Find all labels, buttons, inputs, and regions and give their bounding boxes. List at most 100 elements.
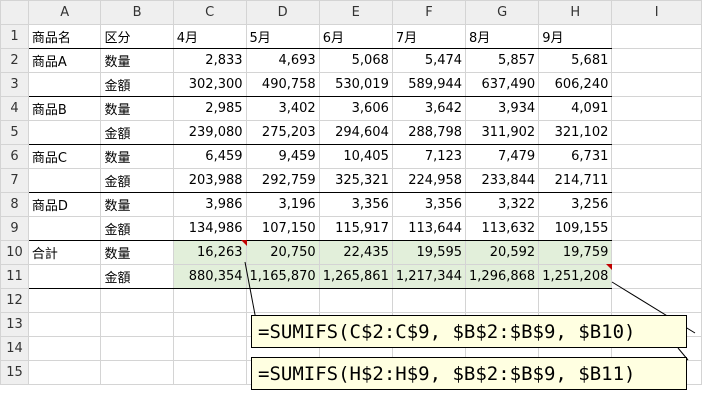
value-cell[interactable]: 5,068 <box>318 48 393 73</box>
row-header[interactable]: 11 <box>0 264 29 289</box>
value-cell[interactable]: 113,632 <box>465 216 540 241</box>
value-cell[interactable]: 490,758 <box>245 72 320 97</box>
row-header[interactable]: 6 <box>0 144 29 169</box>
value-cell[interactable]: 224,958 <box>391 168 467 193</box>
total-value-cell[interactable]: 880,354 <box>172 264 247 289</box>
row-header[interactable]: 13 <box>0 312 29 337</box>
row-header[interactable]: 5 <box>0 120 29 145</box>
empty-cell[interactable] <box>611 144 702 169</box>
value-cell[interactable]: 275,203 <box>245 120 320 145</box>
total-value-cell[interactable]: 1,217,344 <box>391 264 467 289</box>
total-value-cell[interactable]: 1,265,861 <box>318 264 393 289</box>
empty-cell[interactable] <box>611 168 702 193</box>
empty-cell[interactable] <box>611 24 702 49</box>
value-cell[interactable]: 294,604 <box>318 120 393 145</box>
value-cell[interactable]: 321,102 <box>538 120 613 145</box>
product-name-cell[interactable]: 商品A <box>27 48 102 73</box>
row-header[interactable]: 12 <box>0 288 29 313</box>
value-cell[interactable]: 325,321 <box>318 168 393 193</box>
product-name-cell[interactable] <box>27 120 102 145</box>
empty-cell[interactable] <box>611 120 702 145</box>
row-header[interactable]: 3 <box>0 72 29 97</box>
column-header-h[interactable]: H <box>538 0 613 25</box>
value-cell[interactable]: 7,123 <box>391 144 467 169</box>
value-cell[interactable]: 589,944 <box>391 72 467 97</box>
value-cell[interactable]: 311,902 <box>465 120 540 145</box>
value-cell[interactable]: 288,798 <box>391 120 467 145</box>
header-cell[interactable]: 9月 <box>538 24 613 49</box>
header-cell[interactable]: 商品名 <box>27 24 102 49</box>
value-cell[interactable]: 2,833 <box>172 48 247 73</box>
value-cell[interactable]: 3,196 <box>245 192 320 217</box>
total-value-cell[interactable]: 1,165,870 <box>245 264 320 289</box>
value-cell[interactable]: 115,917 <box>318 216 393 241</box>
category-cell[interactable]: 金額 <box>100 216 174 241</box>
empty-cell[interactable] <box>611 264 702 289</box>
total-value-cell[interactable]: 19,595 <box>391 240 467 265</box>
row-header[interactable]: 7 <box>0 168 29 193</box>
row-header[interactable]: 1 <box>0 24 29 49</box>
total-value-cell[interactable]: 20,750 <box>245 240 320 265</box>
value-cell[interactable]: 10,405 <box>318 144 393 169</box>
select-all-corner[interactable] <box>0 0 29 25</box>
value-cell[interactable]: 3,402 <box>245 96 320 121</box>
value-cell[interactable]: 107,150 <box>245 216 320 241</box>
total-value-cell[interactable]: 1,296,868 <box>465 264 540 289</box>
value-cell[interactable]: 7,479 <box>465 144 540 169</box>
header-cell[interactable]: 4月 <box>172 24 247 49</box>
product-name-cell[interactable] <box>27 72 102 97</box>
category-cell[interactable]: 数量 <box>100 48 174 73</box>
header-cell[interactable]: 7月 <box>391 24 467 49</box>
value-cell[interactable]: 3,256 <box>538 192 613 217</box>
category-cell[interactable]: 数量 <box>100 192 174 217</box>
value-cell[interactable]: 203,988 <box>172 168 247 193</box>
category-cell[interactable]: 金額 <box>100 120 174 145</box>
value-cell[interactable]: 113,644 <box>391 216 467 241</box>
header-cell[interactable]: 8月 <box>465 24 540 49</box>
column-header-b[interactable]: B <box>100 0 174 25</box>
value-cell[interactable]: 214,711 <box>538 168 613 193</box>
product-name-cell[interactable] <box>27 168 102 193</box>
column-header-e[interactable]: E <box>318 0 393 25</box>
value-cell[interactable]: 3,356 <box>391 192 467 217</box>
category-cell[interactable]: 数量 <box>100 240 174 265</box>
value-cell[interactable]: 3,356 <box>318 192 393 217</box>
empty-cell[interactable] <box>611 192 702 217</box>
row-header[interactable]: 15 <box>0 360 29 385</box>
product-name-cell[interactable]: 商品B <box>27 96 102 121</box>
value-cell[interactable]: 292,759 <box>245 168 320 193</box>
row-header[interactable]: 4 <box>0 96 29 121</box>
value-cell[interactable]: 233,844 <box>465 168 540 193</box>
category-cell[interactable]: 数量 <box>100 144 174 169</box>
empty-cell[interactable] <box>611 216 702 241</box>
value-cell[interactable]: 5,474 <box>391 48 467 73</box>
category-cell[interactable]: 金額 <box>100 264 174 289</box>
total-value-cell[interactable]: 19,759 <box>538 240 613 265</box>
value-cell[interactable]: 302,300 <box>172 72 247 97</box>
header-cell[interactable]: 区分 <box>100 24 174 49</box>
product-name-cell[interactable]: 商品D <box>27 192 102 217</box>
column-header-g[interactable]: G <box>465 0 540 25</box>
row-header[interactable]: 8 <box>0 192 29 217</box>
row-header[interactable]: 2 <box>0 48 29 73</box>
value-cell[interactable]: 606,240 <box>538 72 613 97</box>
value-cell[interactable]: 530,019 <box>318 72 393 97</box>
header-cell[interactable]: 5月 <box>245 24 320 49</box>
value-cell[interactable]: 3,934 <box>465 96 540 121</box>
value-cell[interactable]: 4,091 <box>538 96 613 121</box>
empty-cell[interactable] <box>611 48 702 73</box>
product-name-cell[interactable]: 商品C <box>27 144 102 169</box>
category-cell[interactable]: 金額 <box>100 168 174 193</box>
value-cell[interactable]: 4,693 <box>245 48 320 73</box>
value-cell[interactable]: 3,642 <box>391 96 467 121</box>
value-cell[interactable]: 5,681 <box>538 48 613 73</box>
value-cell[interactable]: 239,080 <box>172 120 247 145</box>
value-cell[interactable]: 134,986 <box>172 216 247 241</box>
value-cell[interactable]: 6,459 <box>172 144 247 169</box>
value-cell[interactable]: 5,857 <box>465 48 540 73</box>
row-header[interactable]: 10 <box>0 240 29 265</box>
row-header[interactable]: 14 <box>0 336 29 361</box>
total-value-cell[interactable]: 16,263 <box>172 240 247 265</box>
value-cell[interactable]: 3,322 <box>465 192 540 217</box>
column-header-d[interactable]: D <box>245 0 320 25</box>
